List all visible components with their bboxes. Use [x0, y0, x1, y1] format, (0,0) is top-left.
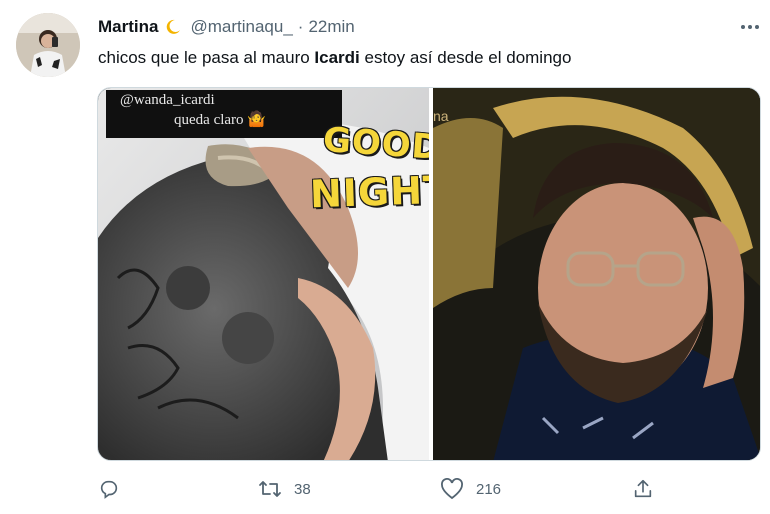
share-button[interactable]: [632, 478, 654, 500]
avatar[interactable]: [16, 13, 80, 77]
action-bar: 38 216: [0, 470, 770, 514]
story-mention: @wanda_icardi: [120, 92, 215, 108]
like-button[interactable]: 216: [440, 478, 501, 500]
watermark-text: na: [433, 108, 449, 124]
media-grid: @wanda_icardi queda claro 🤷 GOOD NIGHT n…: [97, 87, 761, 461]
reply-icon: [100, 480, 118, 499]
like-count: 216: [476, 480, 502, 498]
tweet-text-after: estoy así desde el domingo: [359, 48, 572, 67]
separator-dot: ·: [297, 17, 304, 36]
share-icon: [634, 479, 652, 498]
media-image-left[interactable]: @wanda_icardi queda claro 🤷 GOOD NIGHT: [98, 88, 429, 460]
tweet-text: chicos que le pasa al mauro Icardi estoy…: [98, 48, 571, 68]
more-options-icon[interactable]: [738, 15, 762, 39]
author-handle[interactable]: @martinaqu_: [190, 17, 292, 37]
heart-icon: [441, 478, 463, 500]
crescent-moon-icon: [164, 18, 182, 36]
author-name[interactable]: Martina: [98, 17, 158, 37]
tweet: Martina @martinaqu_ · 22min chicos que l…: [0, 0, 770, 513]
retweet-icon: [259, 481, 281, 497]
tweet-text-before: chicos que le pasa al mauro: [98, 48, 315, 67]
retweet-count: 38: [294, 480, 311, 498]
retweet-button[interactable]: 38: [258, 478, 311, 500]
sticker-good: GOOD: [321, 119, 429, 169]
tweet-header: Martina @martinaqu_ · 22min: [98, 14, 355, 40]
sticker-night: NIGHT: [309, 167, 429, 217]
media-image-right[interactable]: na: [433, 88, 760, 460]
story-caption: queda claro 🤷: [174, 112, 266, 128]
timestamp[interactable]: 22min: [308, 17, 354, 37]
reply-button[interactable]: [98, 478, 120, 500]
tweet-text-bold: Icardi: [314, 48, 360, 67]
